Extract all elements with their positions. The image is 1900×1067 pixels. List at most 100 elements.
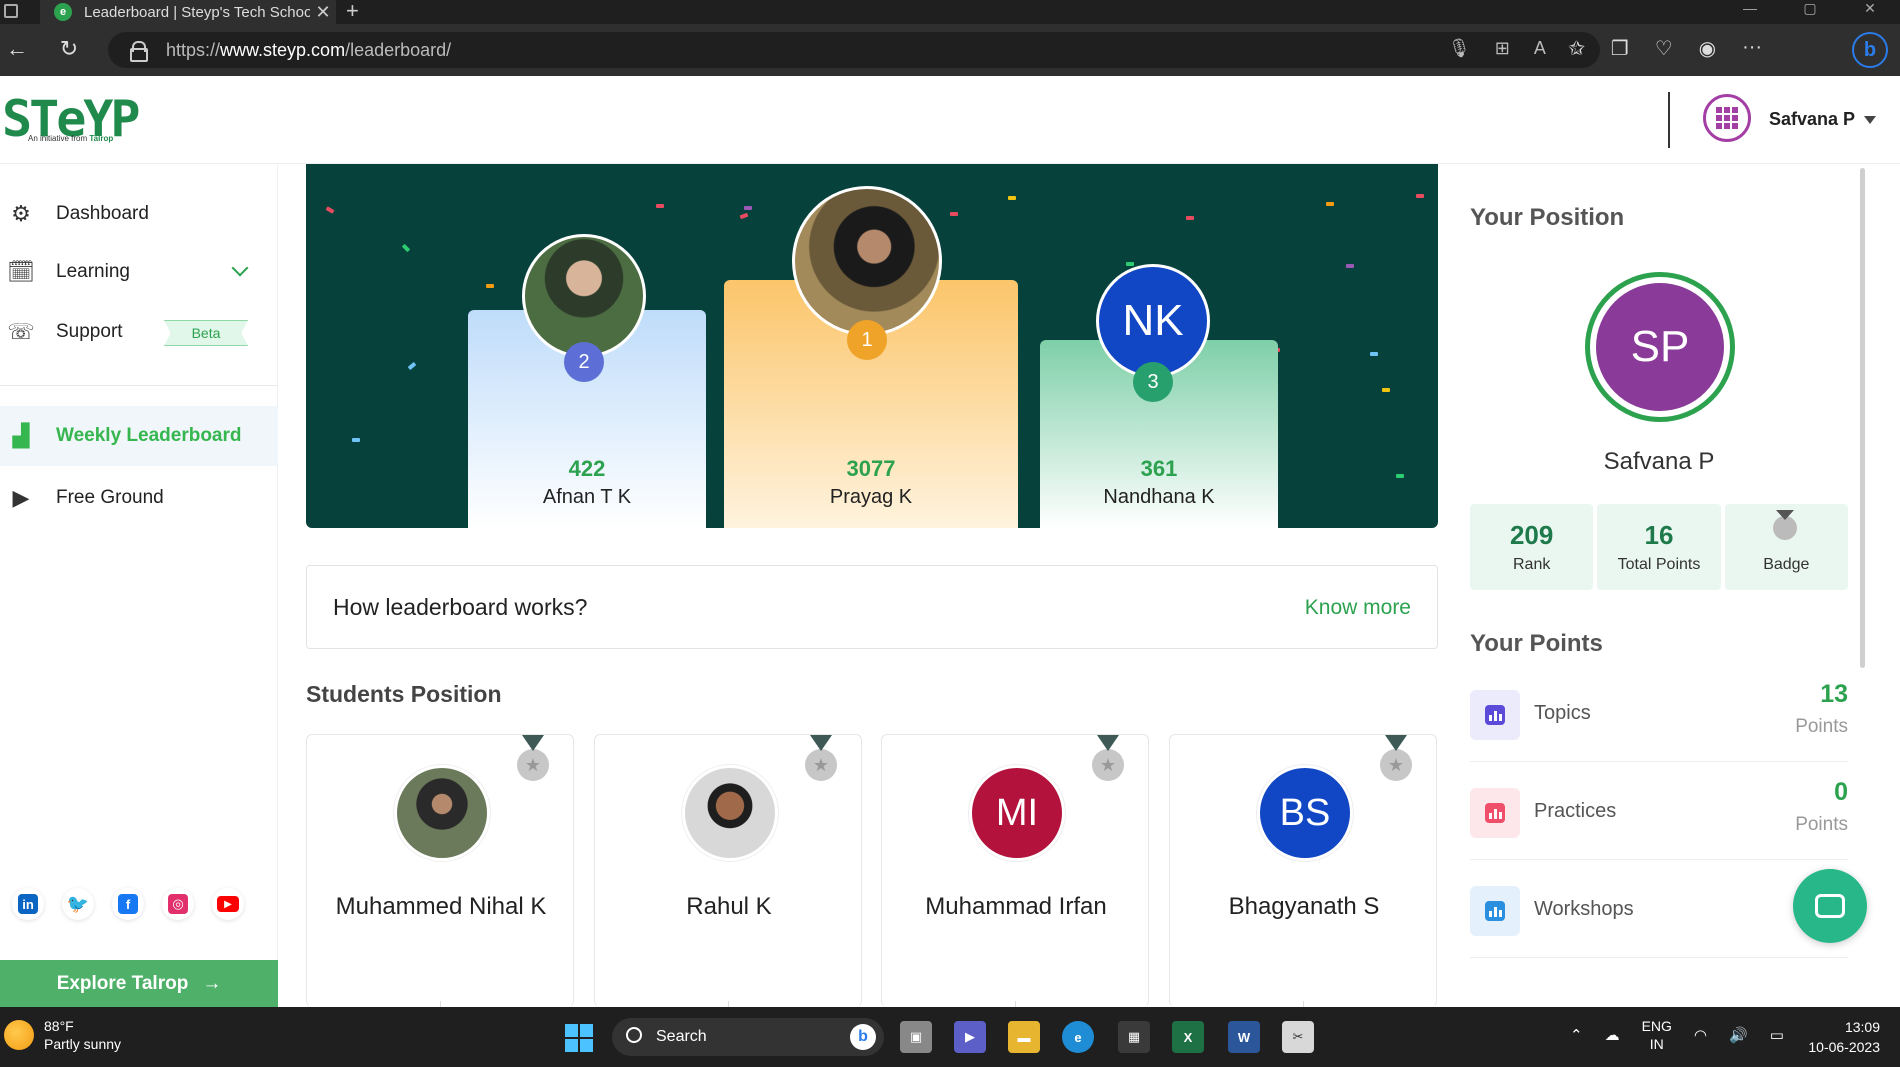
minimize-icon[interactable]: — [1720,0,1780,24]
weather-desc: Partly sunny [44,1036,122,1052]
sidebar-item-weekly-leaderboard[interactable]: ▟ Weekly Leaderboard [0,406,278,466]
student-badge-icon: ★ [805,735,837,781]
word-icon[interactable]: W [1228,1021,1260,1053]
weather-widget[interactable]: 88°F Partly sunny [4,1017,121,1053]
instagram-icon[interactable]: ◎ [162,888,194,920]
favorites-icon[interactable]: ✩ [1568,36,1585,61]
rank-value: 209 [1509,520,1554,550]
user-menu-caret-icon[interactable] [1864,116,1876,124]
sidebar-item-learning[interactable]: 🗓 Learning [0,244,278,300]
microsoft-store-icon[interactable]: ▦ [1118,1021,1150,1053]
browser-toolbar-icons: ✩ ❐ ♡ ◉ ··· [1568,36,1762,61]
maximize-icon[interactable]: ▢ [1780,0,1840,24]
free-ground-icon: ▶ [12,485,30,510]
sidebar-divider [0,385,278,386]
chat-icon [1815,894,1845,918]
browser-toolbar: ← ↻ https://www.steyp.com/leaderboard/ 🎙… [0,24,1900,76]
onedrive-icon[interactable]: ☁ [1605,1026,1620,1044]
header-divider [1668,92,1670,148]
windows-start-icon[interactable] [565,1024,593,1052]
chat-button[interactable] [1793,869,1867,943]
total-points-stat: 16 Total Points [1597,504,1721,590]
close-tab-icon[interactable]: ✕ [310,2,336,23]
student-card[interactable]: ★ Rahul K [594,734,862,1007]
new-tab-icon[interactable]: + [346,0,359,24]
student-card[interactable]: ★ Muhammed Nihal K [306,734,574,1007]
sidebar-item-label: Weekly Leaderboard [56,425,242,446]
clock-date: 10-06-2023 [1808,1039,1880,1055]
taskbar-search[interactable]: Search b [612,1018,884,1056]
points-row-label: Practices [1534,800,1617,822]
facebook-icon[interactable]: f [112,888,144,920]
edge-browser-icon[interactable]: e [1062,1021,1094,1053]
read-aloud-icon[interactable]: A [1534,38,1546,59]
snipping-tool-icon[interactable]: ✂ [1282,1021,1314,1053]
workshops-icon [1470,886,1520,936]
microphone-icon[interactable]: 🎙 [1448,38,1471,59]
explore-talrop-button[interactable]: Explore Talrop → [0,960,278,1007]
your-name: Safvana P [1603,448,1715,475]
task-view-icon[interactable]: ▣ [900,1021,932,1053]
student-badge-icon: ★ [1092,735,1124,781]
bing-taskbar-icon: b [850,1024,876,1050]
badge-stat: Badge [1724,504,1848,590]
linkedin-icon[interactable]: in [12,888,44,920]
taskbar-clock[interactable]: 13:09 10-06-2023 [1808,1017,1880,1057]
avatar-pattern-icon [1716,107,1738,129]
chevron-down-icon[interactable] [231,259,249,277]
student-card[interactable]: MI ★ Muhammad Irfan [881,734,1149,1007]
more-options-icon[interactable]: ··· [1742,36,1762,61]
back-icon[interactable]: ← [2,36,32,62]
region-code: IN [1649,1036,1664,1052]
first-points: 3077 [846,456,896,481]
sidebar-item-support[interactable]: ☏ Support Beta [0,304,278,360]
site-header: STeYP An initiative from Talrop Safvana … [0,76,1900,164]
practices-icon [1470,788,1520,838]
browser-tab-active[interactable]: e Leaderboard | Steyp's Tech Schoo ✕ [40,0,336,24]
url-text[interactable]: https://www.steyp.com/leaderboard/ [166,40,451,61]
students-position-title: Students Position [306,681,502,707]
volume-icon[interactable]: 🔊 [1729,1026,1748,1044]
bing-icon[interactable]: b [1852,32,1888,68]
third-name: Nandhana K [1103,486,1215,508]
student-avatar [394,765,490,861]
profile-icon[interactable]: ◉ [1699,36,1716,61]
sidebar-item-dashboard[interactable]: ⚙ Dashboard [0,186,278,242]
system-tray: ⌃ ☁ ENG IN ◠ 🔊 ▭ [1570,1017,1784,1053]
battery-icon[interactable]: ▭ [1770,1026,1784,1044]
language-indicator[interactable]: ENG IN [1642,1017,1672,1053]
arrow-right-icon: → [202,972,222,994]
total-points-label: Total Points [1617,556,1701,573]
points-row-practices: Practices 0 Points [1470,764,1848,860]
badge-medal-icon [1772,510,1797,540]
collections-icon[interactable]: ❐ [1611,36,1629,61]
user-name[interactable]: Safvana P [1769,109,1855,130]
teams-chat-icon[interactable]: ▶ [954,1021,986,1053]
clock-time: 13:09 [1844,1019,1880,1035]
know-more-link[interactable]: Know more [1305,596,1411,620]
sidebar-item-free-ground[interactable]: ▶ Free Ground [0,470,278,526]
twitter-icon[interactable]: 🐦 [62,888,94,920]
app-available-icon[interactable]: ⊞ [1495,38,1510,59]
student-card[interactable]: BS ★ Bhagyanath S [1169,734,1437,1007]
right-panel-scrollbar[interactable] [1860,168,1865,668]
sidebar-item-label: Dashboard [56,203,149,224]
window-controls: — ▢ ✕ [1720,0,1900,24]
student-name: Muhammad Irfan [925,893,1107,920]
leaderboard-icon: ▟ [12,423,30,448]
excel-icon[interactable]: X [1172,1021,1204,1053]
tab-actions-icon[interactable] [4,4,18,18]
youtube-icon[interactable]: ▶ [212,888,244,920]
address-bar[interactable]: https://www.steyp.com/leaderboard/ 🎙 ⊞ A… [108,32,1600,68]
file-explorer-icon[interactable]: ▬ [1008,1021,1040,1053]
second-name: Afnan T K [542,486,632,508]
user-avatar[interactable] [1703,94,1751,142]
wifi-icon[interactable]: ◠ [1694,1026,1707,1044]
points-row-workshops: Workshops [1470,862,1848,958]
support-icon: ☏ [7,319,35,344]
refresh-icon[interactable]: ↻ [54,36,84,62]
browser-essentials-icon[interactable]: ♡ [1655,36,1673,61]
show-hidden-icons-icon[interactable]: ⌃ [1570,1026,1583,1044]
points-row-value: 13 [1820,680,1848,708]
close-window-icon[interactable]: ✕ [1840,0,1900,24]
